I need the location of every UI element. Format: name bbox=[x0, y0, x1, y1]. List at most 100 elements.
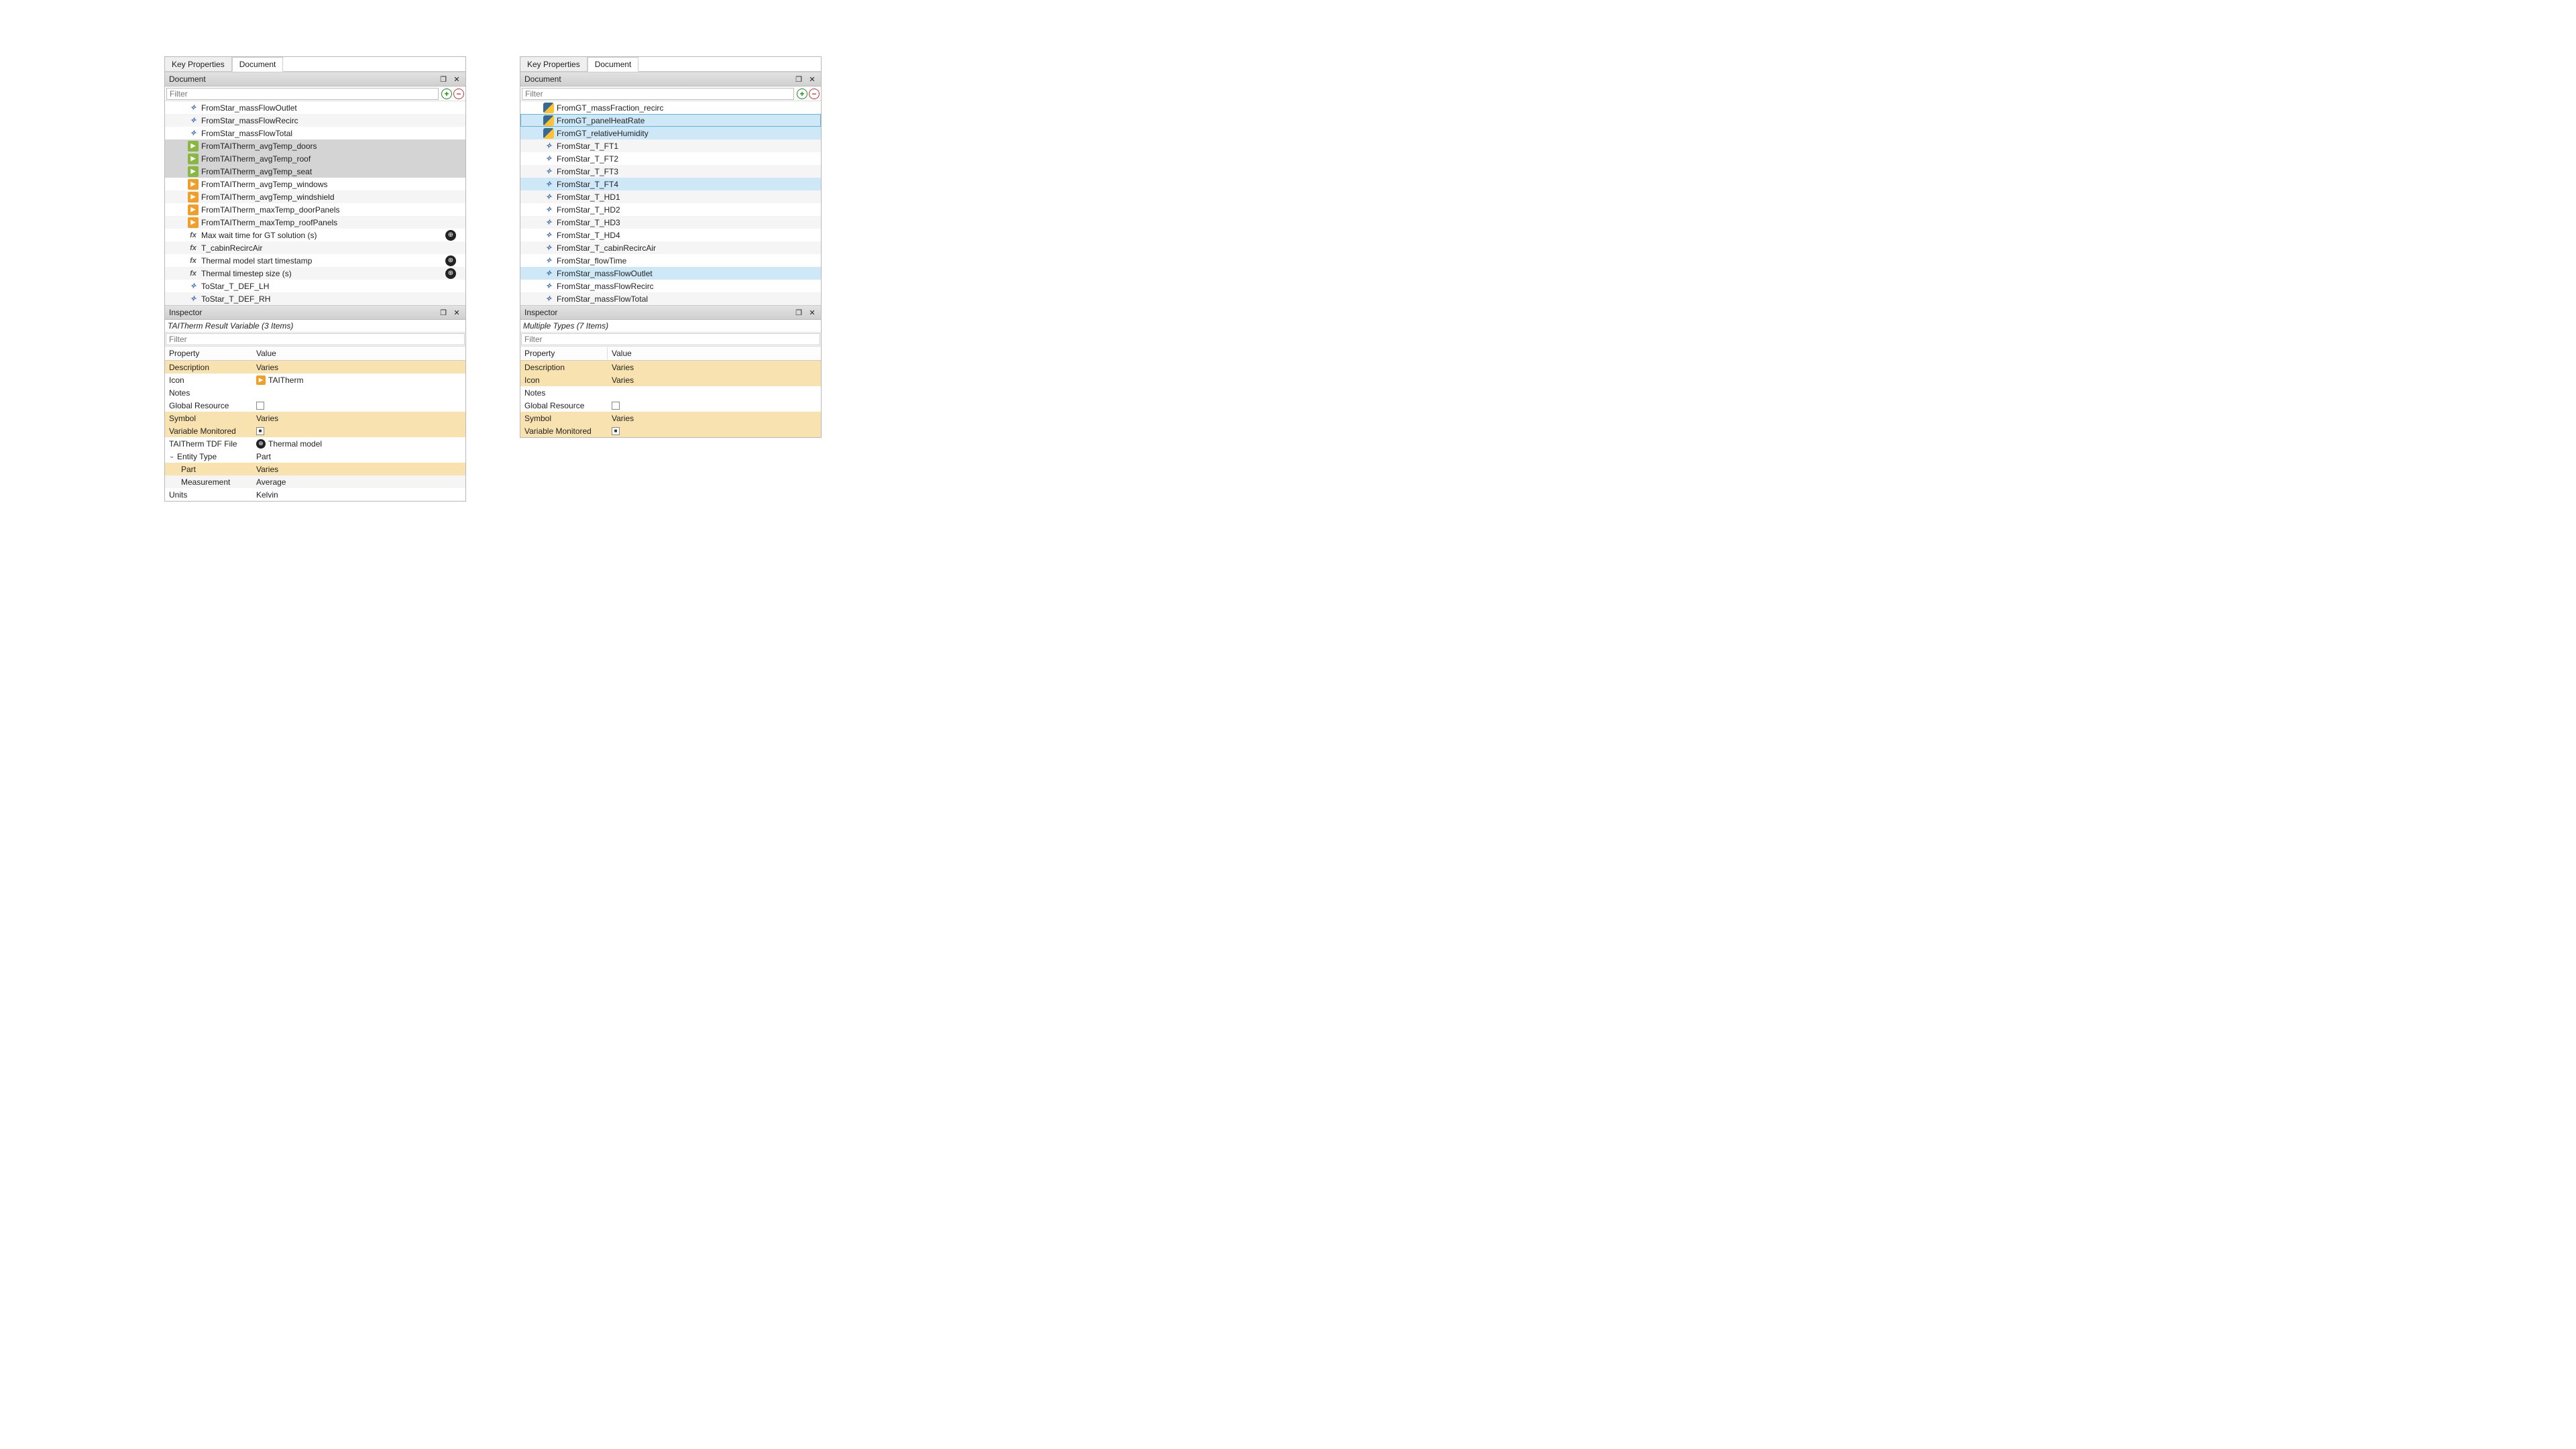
tree-item[interactable]: ▶FromTAITherm_avgTemp_windshield bbox=[165, 190, 465, 203]
tree-item[interactable]: ▶FromTAITherm_maxTemp_roofPanels bbox=[165, 216, 465, 229]
tree-item-label: FromGT_massFraction_recirc bbox=[557, 103, 821, 113]
tree-item[interactable]: ✧FromStar_flowTime bbox=[520, 254, 821, 267]
tree-item[interactable]: fxT_cabinRecircAir bbox=[165, 241, 465, 254]
property-value[interactable] bbox=[608, 426, 821, 436]
tree-item[interactable]: ✧FromStar_massFlowTotal bbox=[165, 127, 465, 139]
tree-item[interactable]: ✧FromStar_T_FT1 bbox=[520, 139, 821, 152]
add-icon[interactable]: + bbox=[441, 89, 452, 99]
checkbox-icon[interactable] bbox=[612, 402, 620, 410]
property-value[interactable]: Kelvin bbox=[252, 489, 465, 500]
property-value[interactable]: Varies bbox=[252, 362, 465, 373]
property-row[interactable]: Notes bbox=[520, 386, 821, 399]
document-tree[interactable]: ✧FromStar_massFlowOutlet✧FromStar_massFl… bbox=[165, 101, 465, 305]
tab-key-properties[interactable]: Key Properties bbox=[165, 57, 232, 71]
tree-item[interactable]: ✧FromStar_massFlowTotal bbox=[520, 292, 821, 305]
property-row[interactable]: DescriptionVaries bbox=[520, 361, 821, 373]
property-row[interactable]: UnitsKelvin bbox=[165, 488, 465, 501]
tree-item[interactable]: fxThermal model start timestamp⊕ bbox=[165, 254, 465, 267]
tree-item[interactable]: FromGT_relativeHumidity bbox=[520, 127, 821, 139]
property-grid-header: Property Value bbox=[165, 346, 465, 361]
property-row[interactable]: SymbolVaries bbox=[520, 412, 821, 424]
tree-item[interactable]: ✧ToStar_T_DEF_LH bbox=[165, 280, 465, 292]
property-row[interactable]: TAITherm TDF File⊕Thermal model bbox=[165, 437, 465, 450]
property-value[interactable]: Varies bbox=[252, 464, 465, 475]
property-row[interactable]: Icon▶TAITherm bbox=[165, 373, 465, 386]
tree-item[interactable]: ✧FromStar_T_cabinRecircAir bbox=[520, 241, 821, 254]
property-value[interactable]: ▶TAITherm bbox=[252, 375, 465, 386]
inspector-filter[interactable] bbox=[521, 333, 820, 345]
tree-item[interactable]: ✧FromStar_massFlowOutlet bbox=[165, 101, 465, 114]
tree-item[interactable]: ▶FromTAITherm_avgTemp_roof bbox=[165, 152, 465, 165]
property-value[interactable] bbox=[252, 401, 465, 410]
tree-item[interactable]: ▶FromTAITherm_avgTemp_doors bbox=[165, 139, 465, 152]
add-icon[interactable]: + bbox=[797, 89, 807, 99]
close-icon[interactable]: ✕ bbox=[452, 308, 461, 317]
property-value[interactable]: Varies bbox=[252, 413, 465, 424]
tree-item[interactable]: ✧FromStar_T_FT2 bbox=[520, 152, 821, 165]
tree-item[interactable]: FromGT_massFraction_recirc bbox=[520, 101, 821, 114]
tab-document[interactable]: Document bbox=[587, 57, 639, 72]
tree-item[interactable]: ✧FromStar_massFlowRecirc bbox=[520, 280, 821, 292]
tree-item[interactable]: ✧FromStar_massFlowRecirc bbox=[165, 114, 465, 127]
property-row[interactable]: ⌄Entity TypePart bbox=[165, 450, 465, 463]
checkbox-icon[interactable] bbox=[612, 427, 620, 435]
tree-item-label: FromTAITherm_avgTemp_doors bbox=[201, 141, 465, 151]
property-row[interactable]: Notes bbox=[165, 386, 465, 399]
property-row[interactable]: Global Resource bbox=[520, 399, 821, 412]
undock-icon[interactable]: ❐ bbox=[794, 74, 803, 84]
property-row[interactable]: IconVaries bbox=[520, 373, 821, 386]
tree-item[interactable]: ✧FromStar_massFlowOutlet bbox=[520, 267, 821, 280]
property-value[interactable]: ⊕Thermal model bbox=[252, 439, 465, 449]
document-tree[interactable]: FromGT_massFraction_recircFromGT_panelHe… bbox=[520, 101, 821, 305]
checkbox-icon[interactable] bbox=[256, 402, 264, 410]
tree-item[interactable]: ✧ToStar_T_DEF_RH bbox=[165, 292, 465, 305]
property-value[interactable] bbox=[608, 401, 821, 410]
remove-icon[interactable]: − bbox=[453, 89, 464, 99]
property-value[interactable]: Varies bbox=[608, 362, 821, 373]
tree-item[interactable]: ✧FromStar_T_HD1 bbox=[520, 190, 821, 203]
tree-item[interactable]: FromGT_panelHeatRate bbox=[520, 114, 821, 127]
tree-item[interactable]: ✧FromStar_T_HD4 bbox=[520, 229, 821, 241]
tree-item-label: FromStar_massFlowOutlet bbox=[201, 103, 465, 113]
undock-icon[interactable]: ❐ bbox=[439, 308, 448, 317]
property-value[interactable]: Varies bbox=[608, 375, 821, 386]
close-icon[interactable]: ✕ bbox=[807, 308, 817, 317]
tree-item-label: FromStar_massFlowRecirc bbox=[557, 282, 821, 291]
property-row[interactable]: Variable Monitored bbox=[520, 424, 821, 437]
chevron-down-icon[interactable]: ⌄ bbox=[169, 453, 177, 460]
property-row[interactable]: SymbolVaries bbox=[165, 412, 465, 424]
checkbox-icon[interactable] bbox=[256, 427, 264, 435]
remove-icon[interactable]: − bbox=[809, 89, 820, 99]
tree-item-label: FromStar_massFlowRecirc bbox=[201, 116, 465, 125]
tree-item[interactable]: ▶FromTAITherm_avgTemp_seat bbox=[165, 165, 465, 178]
property-key: Icon bbox=[165, 375, 252, 386]
tree-item[interactable]: ▶FromTAITherm_maxTemp_doorPanels bbox=[165, 203, 465, 216]
close-icon[interactable]: ✕ bbox=[807, 74, 817, 84]
inspector-filter[interactable] bbox=[166, 333, 465, 345]
property-row[interactable]: Global Resource bbox=[165, 399, 465, 412]
tree-item[interactable]: ✧FromStar_T_FT4 bbox=[520, 178, 821, 190]
property-value[interactable] bbox=[252, 392, 465, 394]
tab-key-properties[interactable]: Key Properties bbox=[520, 57, 587, 71]
property-value[interactable]: Varies bbox=[608, 413, 821, 424]
tree-item[interactable]: ✧FromStar_T_HD2 bbox=[520, 203, 821, 216]
filter-input[interactable] bbox=[522, 88, 794, 100]
property-row[interactable]: DescriptionVaries bbox=[165, 361, 465, 373]
tree-item[interactable]: ✧FromStar_T_HD3 bbox=[520, 216, 821, 229]
tab-document[interactable]: Document bbox=[232, 57, 284, 72]
property-value[interactable]: Part bbox=[252, 451, 465, 462]
tree-item[interactable]: fxMax wait time for GT solution (s)⊕ bbox=[165, 229, 465, 241]
property-row[interactable]: MeasurementAverage bbox=[165, 475, 465, 488]
tree-item[interactable]: ▶FromTAITherm_avgTemp_windows bbox=[165, 178, 465, 190]
property-value[interactable] bbox=[608, 392, 821, 394]
undock-icon[interactable]: ❐ bbox=[439, 74, 448, 84]
property-row[interactable]: Variable Monitored bbox=[165, 424, 465, 437]
tree-item[interactable]: fxThermal timestep size (s)⊕ bbox=[165, 267, 465, 280]
filter-input[interactable] bbox=[166, 88, 439, 100]
undock-icon[interactable]: ❐ bbox=[794, 308, 803, 317]
property-row[interactable]: PartVaries bbox=[165, 463, 465, 475]
property-value[interactable] bbox=[252, 426, 465, 436]
tree-item[interactable]: ✧FromStar_T_FT3 bbox=[520, 165, 821, 178]
close-icon[interactable]: ✕ bbox=[452, 74, 461, 84]
property-value[interactable]: Average bbox=[252, 477, 465, 487]
